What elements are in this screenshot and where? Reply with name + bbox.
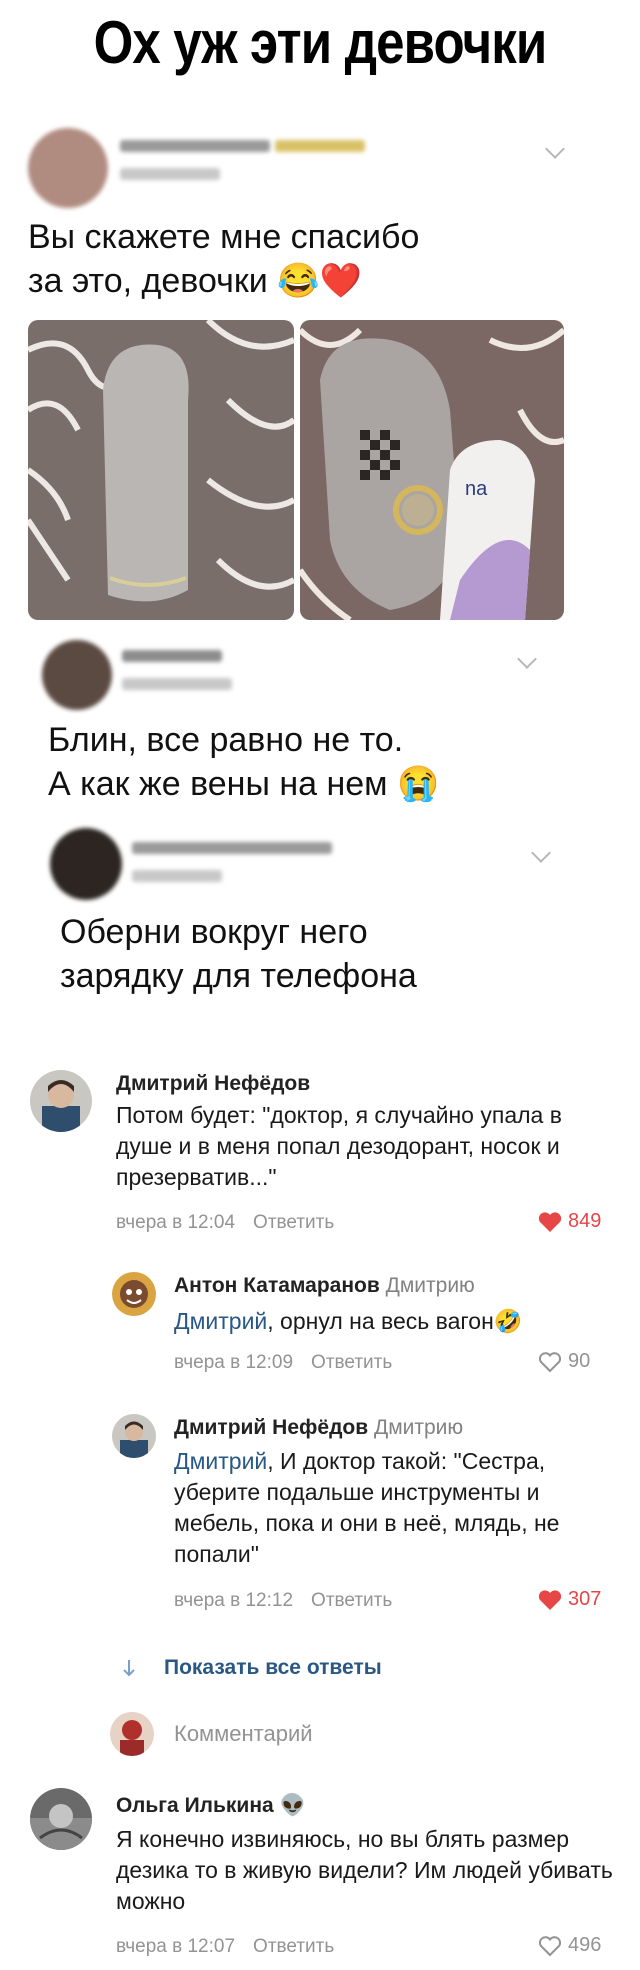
author-name[interactable]: Ольга Илькина 👽 (116, 1794, 306, 1817)
post-text: Вы скажете мне спасибо за это, девочки 😂… (28, 218, 420, 300)
username-blurred (132, 842, 332, 854)
tweet-post-2: Блин, все равно не то. А как же вены на … (0, 630, 640, 820)
comment-time: вчера в 12:04 (116, 1212, 236, 1233)
comment-meta: вчера в 12:07 Ответить (116, 1936, 334, 1958)
username-blurred (122, 650, 222, 662)
username-blurred (120, 140, 270, 152)
avatar[interactable] (30, 1788, 92, 1850)
comment-reply: Антон Катамаранов Дмитрию Дмитрий, орнул… (0, 1260, 640, 1400)
author-name[interactable]: Антон Катамаранов (174, 1274, 380, 1297)
comment-input[interactable]: Комментарий (110, 1712, 313, 1756)
comment: Дмитрий Нефёдов Потом будет: "доктор, я … (0, 1060, 640, 1260)
reply-button[interactable]: Ответить (311, 1590, 392, 1611)
like-count: 849 (568, 1210, 602, 1232)
heart-outline-icon (538, 1351, 562, 1372)
avatar[interactable] (112, 1414, 156, 1458)
comment-text: Потом будет: "доктор, я случайно упала в… (116, 1102, 562, 1190)
photo-sock (28, 320, 294, 620)
comment-reply: Дмитрий Нефёдов Дмитрию Дмитрий, И докто… (0, 1400, 640, 1630)
like-button[interactable]: 90 (538, 1350, 590, 1373)
comment-text: Я конечно извиняюсь, но вы блять размер … (116, 1826, 613, 1914)
comment-author[interactable]: Антон Катамаранов Дмитрию (174, 1274, 475, 1298)
heart-filled-icon (538, 1211, 562, 1232)
comment-time: вчера в 12:09 (174, 1352, 294, 1373)
like-count: 90 (568, 1350, 591, 1372)
tweet-post-1: Вы скажете мне спасибо за это, девочки 😂… (0, 110, 640, 630)
reply-to: Дмитрию (385, 1274, 475, 1297)
comment-author[interactable]: Дмитрий Нефёдов Дмитрию (174, 1416, 463, 1440)
reply-to: Дмитрию (373, 1416, 464, 1439)
heart-filled-icon (538, 1589, 562, 1610)
avatar[interactable] (30, 1070, 92, 1132)
comment: Ольга Илькина 👽 Я конечно извиняюсь, но … (0, 1780, 640, 1970)
meme-title: Ох уж эти девочки (93, 9, 548, 76)
like-button[interactable]: 307 (538, 1588, 601, 1611)
like-count: 496 (568, 1934, 602, 1956)
comment-placeholder[interactable]: Комментарий (174, 1721, 313, 1747)
author-name[interactable]: Дмитрий Нефёдов (174, 1416, 368, 1439)
show-all-replies-button[interactable]: Показать все ответы (123, 1656, 382, 1680)
reply-button[interactable]: Ответить (253, 1936, 334, 1957)
show-all-replies-label[interactable]: Показать все ответы (164, 1656, 382, 1680)
handle-blurred (122, 678, 232, 690)
like-button[interactable]: 849 (538, 1210, 601, 1233)
comment-time: вчера в 12:07 (116, 1936, 236, 1957)
reply-button[interactable]: Ответить (311, 1352, 392, 1373)
like-button[interactable]: 496 (538, 1934, 601, 1957)
comment-body: , орнул на весь вагон🤣 (267, 1308, 523, 1334)
comment-meta: вчера в 12:12 Ответить (174, 1590, 392, 1612)
mention-link[interactable]: Дмитрий (174, 1448, 267, 1474)
photo-sock-with-deodorant: na (300, 320, 564, 620)
comment-time: вчера в 12:12 (174, 1590, 294, 1611)
comment-author[interactable]: Ольга Илькина 👽 (116, 1794, 306, 1818)
chevron-down-icon[interactable] (531, 843, 551, 863)
handle-blurred (120, 168, 220, 180)
avatar (28, 128, 108, 208)
svg-text:na: na (465, 478, 488, 500)
reply-button[interactable]: Ответить (253, 1212, 334, 1233)
comment-author[interactable]: Дмитрий Нефёдов (116, 1072, 310, 1096)
post-text: Блин, все равно не то. А как же вены на … (48, 721, 440, 803)
arrow-down-icon (123, 1660, 135, 1677)
post-text: Оберни вокруг него зарядку для телефона (60, 913, 417, 995)
heart-outline-icon (538, 1935, 562, 1956)
avatar (110, 1712, 154, 1756)
comment-meta: вчера в 12:04 Ответить (116, 1212, 334, 1234)
comment-meta: вчера в 12:09 Ответить (174, 1352, 392, 1374)
chevron-down-icon[interactable] (545, 139, 565, 159)
avatar[interactable] (112, 1272, 156, 1316)
comment-text: Дмитрий, И доктор такой: "Сестра, уберит… (174, 1446, 614, 1570)
handle-blurred (132, 870, 222, 882)
mention-link[interactable]: Дмитрий (174, 1308, 267, 1334)
chevron-down-icon[interactable] (517, 649, 537, 669)
author-name[interactable]: Дмитрий Нефёдов (116, 1072, 310, 1095)
avatar (50, 828, 122, 900)
avatar (42, 640, 112, 710)
username-blurred-badge (275, 140, 365, 152)
comment-text: Дмитрий, орнул на весь вагон🤣 (174, 1306, 614, 1337)
like-count: 307 (568, 1588, 602, 1610)
tweet-post-3: Оберни вокруг него зарядку для телефона (0, 820, 640, 1030)
